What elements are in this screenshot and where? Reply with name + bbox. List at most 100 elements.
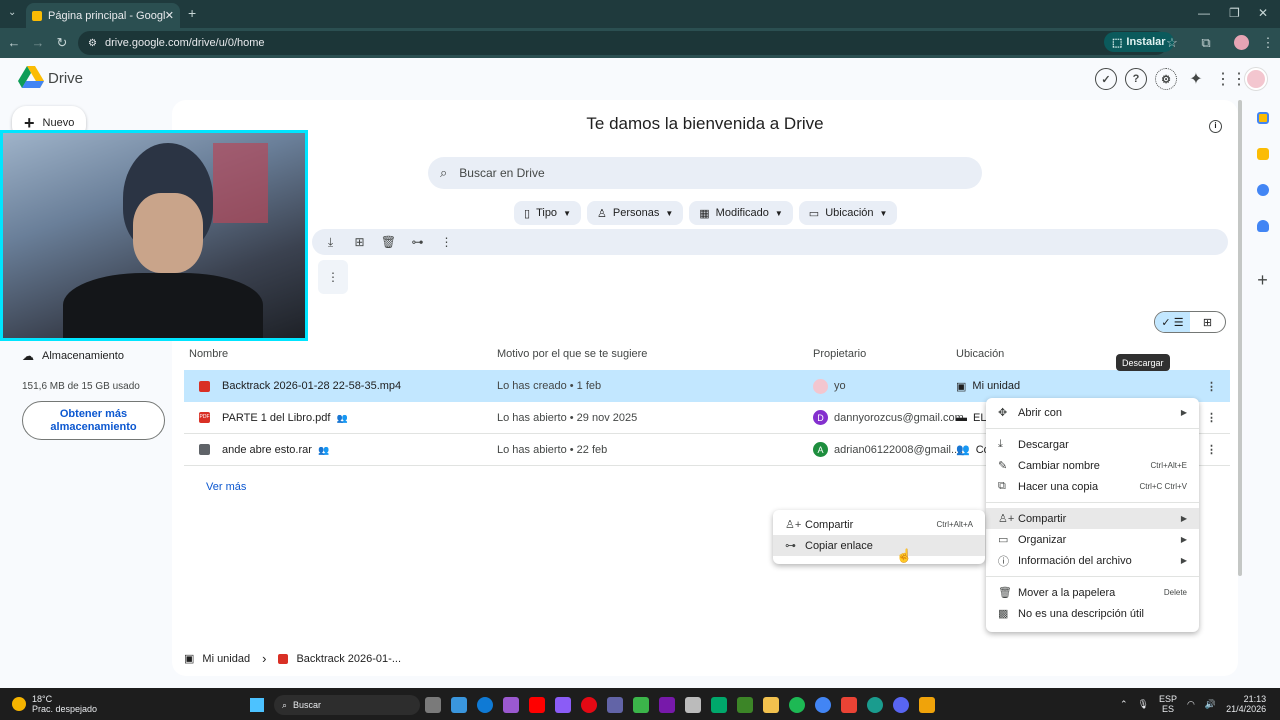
copilot-icon[interactable] [503, 697, 519, 713]
help-icon[interactable]: ? [1125, 68, 1147, 90]
task-view-icon[interactable] [425, 697, 441, 713]
filter-type-chip[interactable]: ▯ Tipo ▼ [514, 201, 581, 225]
extensions-icon[interactable]: ⧉ [1196, 35, 1216, 51]
chrome-icon[interactable] [815, 697, 831, 713]
vpn-icon[interactable] [633, 697, 649, 713]
tray-expand-icon[interactable]: ⌃ [1120, 699, 1128, 710]
storage-link[interactable]: ☁ Almacenamiento [22, 349, 140, 363]
url-field[interactable]: ⚙ drive.google.com/drive/u/0/home [78, 31, 1168, 55]
onenote-icon[interactable] [659, 697, 675, 713]
opera-icon[interactable] [581, 697, 597, 713]
breadcrumb-file[interactable]: Backtrack 2026-01-... [296, 653, 401, 665]
app-icon[interactable] [711, 697, 727, 713]
forward-icon[interactable]: → [28, 35, 48, 50]
wifi-icon[interactable]: ◠ [1187, 699, 1195, 710]
more-vert-icon: ⋮ [327, 270, 339, 284]
install-icon: ⬚ [1112, 36, 1123, 49]
menu-item-organize[interactable]: ▭ Organizar ▶ [986, 529, 1199, 550]
filter-location-chip[interactable]: ▭ Ubicación ▼ [798, 201, 898, 225]
submenu-item-share[interactable]: ♙+ Compartir Ctrl+Alt+A [773, 514, 985, 535]
minimize-icon[interactable]: — [1198, 6, 1210, 20]
app-icon[interactable] [555, 697, 571, 713]
spotify-icon[interactable] [789, 697, 805, 713]
menu-label: Mover a la papelera [1018, 586, 1116, 599]
grid-view-button[interactable]: ⊞ [1190, 312, 1225, 332]
browser-menu-icon[interactable]: ⋮ [1258, 35, 1278, 51]
keep-icon[interactable] [1256, 148, 1269, 160]
row-more-icon[interactable]: ⋮ [1206, 443, 1217, 456]
tab-list-icon[interactable]: ⌄ [8, 7, 16, 18]
contacts-icon[interactable] [1256, 220, 1269, 232]
menu-item-rename[interactable]: ✎ Cambiar nombre Ctrl+Alt+E [986, 455, 1199, 476]
filter-people-chip[interactable]: ♙ Personas ▼ [586, 201, 684, 225]
back-icon[interactable]: ← [4, 35, 24, 50]
row-more-icon[interactable]: ⋮ [1206, 411, 1217, 424]
row-more-icon[interactable]: ⋮ [1206, 380, 1217, 393]
list-view-button[interactable]: ✓ ☰ [1155, 312, 1190, 332]
account-avatar[interactable] [1245, 68, 1267, 90]
app-icon[interactable] [841, 697, 857, 713]
add-addon-icon[interactable]: + [1245, 270, 1280, 291]
column-name[interactable]: Nombre [189, 348, 228, 360]
close-window-icon[interactable]: ✕ [1258, 6, 1268, 20]
new-tab-icon[interactable]: + [188, 5, 196, 21]
move-to-folder-icon[interactable]: ⊞ [345, 235, 374, 249]
apps-grid-icon[interactable]: ⋮⋮ [1215, 69, 1247, 89]
submenu-item-copy-link[interactable]: ⊶ Copiar enlace [773, 535, 985, 556]
gemini-sparkle-icon[interactable]: ✦ [1185, 69, 1207, 89]
calendar-icon[interactable] [1256, 112, 1269, 124]
site-info-icon[interactable]: ⚙ [88, 38, 97, 49]
more-options-card[interactable]: ⋮ [318, 260, 348, 294]
clock[interactable]: 21:13 21/4/2026 [1226, 694, 1266, 714]
close-tab-icon[interactable]: ✕ [165, 9, 174, 22]
bookmark-star-icon[interactable]: ☆ [1162, 35, 1182, 51]
edge-icon[interactable] [477, 697, 493, 713]
scrollbar[interactable] [1238, 100, 1242, 576]
teams-icon[interactable] [607, 697, 623, 713]
more-actions-icon[interactable]: ⋮ [432, 235, 461, 249]
language-indicator[interactable]: ESP ES [1159, 694, 1177, 714]
volume-icon[interactable]: 🔊 [1205, 699, 1216, 710]
offline-ready-icon[interactable]: ✓ [1095, 68, 1117, 90]
breadcrumb-root[interactable]: Mi unidad [202, 653, 250, 665]
widgets-icon[interactable] [451, 697, 467, 713]
file-explorer-icon[interactable] [763, 697, 779, 713]
info-icon[interactable]: i [1209, 120, 1222, 133]
browser-tab[interactable]: Página principal - Google Drive ✕ [26, 3, 180, 28]
taskbar-search[interactable]: ⌕ Buscar [274, 695, 420, 715]
profile-avatar[interactable] [1234, 35, 1249, 50]
menu-item-trash[interactable]: 🗑 Mover a la papelera Delete [986, 582, 1199, 603]
weather-widget[interactable]: 18°C Prac. despejado [12, 694, 97, 714]
menu-item-share[interactable]: ♙+ Compartir ▶ [986, 508, 1199, 529]
settings-gear-icon[interactable]: ⚙ [1155, 68, 1177, 90]
microphone-icon[interactable]: 🎙 [1138, 699, 1149, 710]
minecraft-icon[interactable] [737, 697, 753, 713]
menu-item-not-useful[interactable]: ▩ No es una descripción útil [986, 603, 1199, 624]
new-label: Nuevo [42, 117, 75, 129]
app-icon[interactable] [919, 697, 935, 713]
menu-item-info[interactable]: ⓘ Información del archivo ▶ [986, 550, 1199, 571]
tasks-icon[interactable] [1256, 184, 1269, 196]
windows-start-icon[interactable] [250, 698, 264, 712]
chrome-profile-icon[interactable] [867, 697, 883, 713]
store-icon[interactable] [685, 697, 701, 713]
reload-icon[interactable]: ↻ [52, 35, 72, 51]
restore-icon[interactable]: ❐ [1229, 6, 1240, 20]
install-label: Instalar [1126, 36, 1166, 48]
youtube-icon[interactable] [529, 697, 545, 713]
see-more-link[interactable]: Ver más [206, 481, 246, 493]
download-icon[interactable]: ⤓ [316, 235, 345, 250]
drive-brand[interactable]: Drive [48, 70, 83, 87]
drive-logo-icon[interactable] [18, 66, 44, 88]
clock-date: 21/4/2026 [1226, 704, 1267, 714]
filter-modified-chip[interactable]: ▦ Modificado ▼ [689, 201, 793, 225]
menu-item-copy[interactable]: ⧉ Hacer una copia Ctrl+C Ctrl+V [986, 476, 1199, 497]
address-bar-row: ← → ↻ ⚙ drive.google.com/drive/u/0/home … [0, 28, 1280, 58]
discord-icon[interactable] [893, 697, 909, 713]
link-icon[interactable]: ⊶ [403, 235, 432, 249]
trash-icon[interactable]: 🗑 [374, 235, 403, 249]
search-input[interactable]: ⌕ Buscar en Drive [428, 157, 982, 189]
menu-item-download[interactable]: ⤓ Descargar [986, 434, 1199, 455]
menu-item-open-with[interactable]: ✥ Abrir con ▶ [986, 402, 1199, 423]
get-more-storage-button[interactable]: Obtener más almacenamiento [22, 401, 165, 440]
